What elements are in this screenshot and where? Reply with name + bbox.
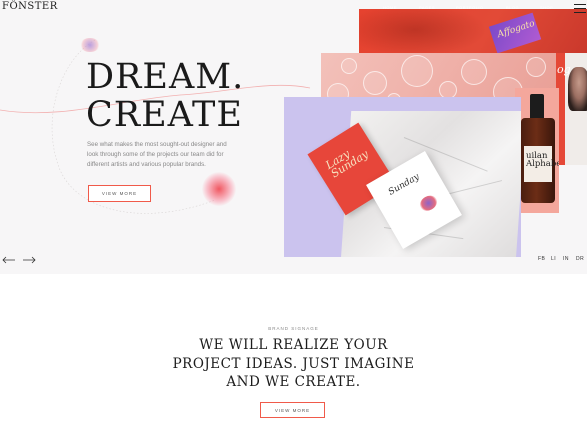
bottle-text: uilan Alphabet (526, 151, 559, 169)
portrait-text: og (557, 63, 571, 76)
hamburger-menu-icon[interactable] (574, 4, 586, 13)
bottle-label: uilan Alphabet (524, 146, 559, 182)
nav-item-blog[interactable]: BLOG (506, 5, 519, 10)
social-link-in[interactable]: IN (563, 256, 569, 262)
social-link-li[interactable]: LI (551, 256, 556, 262)
tagline-line-2: PROJECT IDEAS. JUST IMAGINE (172, 355, 415, 372)
brand-image-cards[interactable]: Lazy Sunday Sunday (284, 97, 521, 257)
hero-headline: DREAM. CREATE (86, 58, 244, 134)
tagline-line-3: AND WE CREATE. (226, 374, 361, 390)
site-logo[interactable]: FÖNSTER (2, 1, 58, 12)
sunday-text: Sunday (386, 172, 422, 198)
gradient-blob (80, 38, 100, 52)
lazy-sunday-text: Lazy Sunday (323, 147, 371, 181)
hero-view-more-button[interactable]: VIEW MORE (88, 185, 151, 202)
nav-item-portfolio[interactable]: PORTFOLIO (456, 5, 484, 10)
section-view-more-button[interactable]: VIEW MORE (260, 402, 325, 418)
nav-item-pages[interactable]: PAGES (419, 5, 435, 10)
headline-line-2: CREATE (86, 95, 243, 135)
hero-section: Affogato og uilan Alphabet Lazy Sunday S… (0, 0, 587, 274)
tagline-line-1: WE WILL REALIZE YOUR (199, 337, 388, 353)
bottle-pump (530, 94, 544, 120)
arrow-left-icon[interactable] (2, 256, 16, 264)
section-eyebrow: BRAND SIGNAGE (268, 326, 319, 331)
portrait-face (568, 67, 587, 111)
bubble (526, 57, 546, 77)
gradient-blob (202, 172, 236, 206)
affogato-text: Affogato (496, 18, 537, 41)
brand-image-portrait[interactable]: og (556, 53, 587, 165)
social-link-dr[interactable]: DR (576, 256, 584, 262)
brand-image-bottle[interactable]: uilan Alphabet (515, 88, 559, 213)
bubble (461, 59, 487, 85)
nav-item-shop[interactable]: SHOP (540, 5, 553, 10)
hero-intro: See what makes the most sought-out desig… (87, 141, 227, 168)
card-gradient-dot (417, 192, 440, 214)
headline-line-1: DREAM. (86, 57, 245, 97)
nav-item-home[interactable]: HOME (383, 5, 397, 10)
bubble (341, 58, 357, 74)
social-link-fb[interactable]: FB (538, 256, 545, 262)
section-tagline: WE WILL REALIZE YOUR PROJECT IDEAS. JUST… (0, 336, 587, 392)
arrow-right-icon[interactable] (22, 256, 36, 264)
bubble (401, 55, 433, 87)
bubble (363, 71, 387, 95)
